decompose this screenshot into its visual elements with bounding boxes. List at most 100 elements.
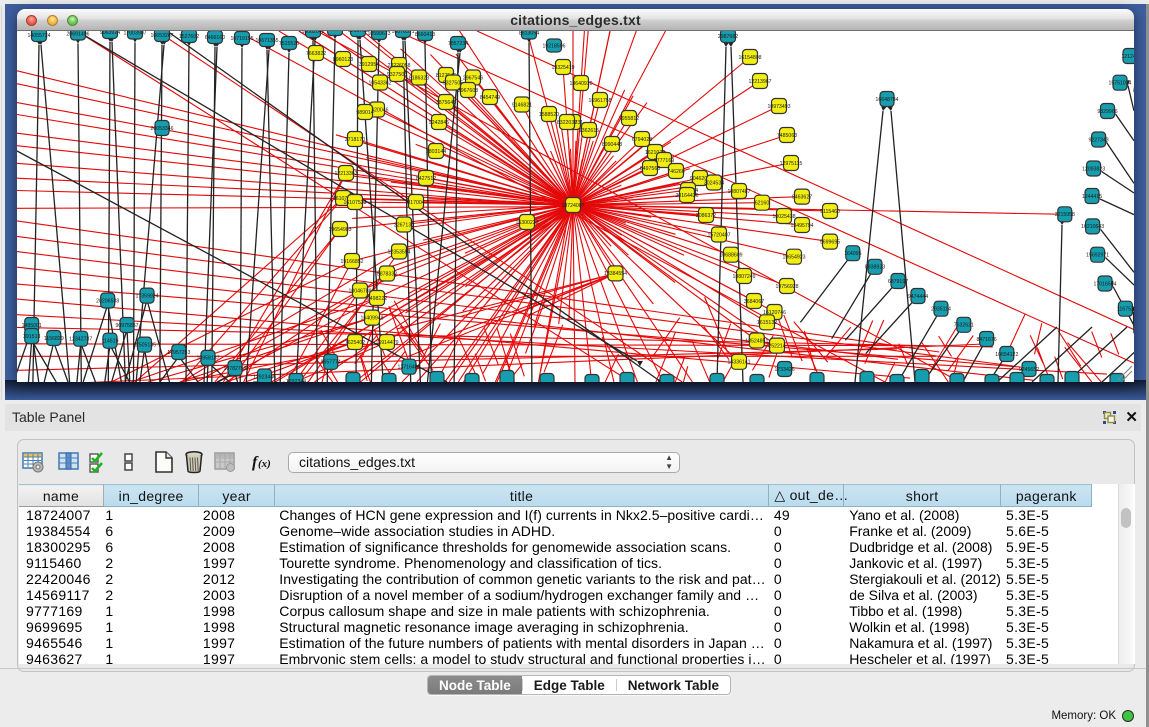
svg-text:15300233: 15300233 bbox=[515, 220, 538, 226]
svg-text:6466160: 6466160 bbox=[205, 35, 225, 41]
svg-text:8938923: 8938923 bbox=[865, 265, 885, 271]
svg-text:1362615: 1362615 bbox=[579, 128, 599, 134]
svg-text:(x): (x) bbox=[258, 458, 271, 470]
svg-text:16210643: 16210643 bbox=[1081, 224, 1104, 230]
svg-text:10807487: 10807487 bbox=[727, 189, 750, 195]
svg-text:2967608: 2967608 bbox=[458, 88, 478, 94]
svg-text:116753: 116753 bbox=[1117, 307, 1134, 313]
svg-text:13495794: 13495794 bbox=[790, 223, 813, 229]
svg-text:12923446: 12923446 bbox=[253, 374, 276, 380]
svg-text:9115460: 9115460 bbox=[820, 209, 840, 215]
svg-text:1156829: 1156829 bbox=[44, 336, 64, 342]
svg-text:19756928: 19756928 bbox=[775, 284, 798, 290]
svg-text:13716485: 13716485 bbox=[397, 365, 420, 371]
svg-text:20206538: 20206538 bbox=[96, 298, 119, 304]
svg-text:10719155: 10719155 bbox=[230, 36, 253, 42]
svg-text:13524851: 13524851 bbox=[745, 338, 768, 344]
svg-text:12353594: 12353594 bbox=[387, 249, 410, 255]
svg-text:8660413: 8660413 bbox=[415, 32, 435, 38]
svg-text:7857234: 7857234 bbox=[448, 41, 468, 47]
svg-text:10599673: 10599673 bbox=[367, 31, 390, 37]
svg-text:16062042: 16062042 bbox=[301, 31, 324, 35]
svg-text:9699695: 9699695 bbox=[820, 239, 840, 245]
svg-text:17003907: 17003907 bbox=[123, 31, 146, 36]
svg-text:12505135: 12505135 bbox=[133, 342, 156, 348]
svg-text:12975115: 12975115 bbox=[780, 161, 803, 167]
svg-text:9245652: 9245652 bbox=[1019, 367, 1039, 373]
svg-text:13325419: 13325419 bbox=[551, 65, 574, 71]
svg-text:746266: 746266 bbox=[667, 169, 684, 175]
svg-text:252214: 252214 bbox=[768, 343, 785, 349]
svg-text:17957253: 17957253 bbox=[167, 350, 190, 356]
svg-text:16961758: 16961758 bbox=[588, 98, 611, 104]
svg-text:10958137: 10958137 bbox=[196, 356, 219, 362]
svg-text:12093823: 12093823 bbox=[1082, 166, 1105, 172]
svg-text:17016504: 17016504 bbox=[1093, 281, 1116, 287]
svg-text:9242845: 9242845 bbox=[429, 120, 449, 126]
svg-text:15692971: 15692971 bbox=[1086, 253, 1109, 259]
svg-text:3684067: 3684067 bbox=[744, 299, 764, 305]
svg-text:6497568: 6497568 bbox=[640, 166, 660, 172]
svg-text:62160: 62160 bbox=[755, 201, 770, 207]
svg-text:12213363: 12213363 bbox=[334, 171, 357, 177]
svg-text:9219733: 9219733 bbox=[348, 31, 368, 34]
svg-text:12213967: 12213967 bbox=[748, 79, 771, 85]
svg-text:19654983: 19654983 bbox=[328, 227, 351, 233]
svg-text:19654923: 19654923 bbox=[782, 255, 805, 261]
svg-text:20053346: 20053346 bbox=[150, 126, 173, 132]
svg-text:17359924: 17359924 bbox=[135, 293, 158, 299]
svg-text:18724007: 18724007 bbox=[561, 203, 584, 209]
svg-text:8454749: 8454749 bbox=[480, 95, 500, 101]
svg-text:15720407: 15720407 bbox=[707, 232, 730, 238]
svg-text:6794028: 6794028 bbox=[632, 137, 652, 143]
svg-text:7515526: 7515526 bbox=[279, 41, 299, 47]
svg-text:1733426: 1733426 bbox=[774, 367, 794, 373]
svg-text:20164436: 20164436 bbox=[675, 193, 698, 199]
svg-text:10782759: 10782759 bbox=[223, 366, 246, 372]
svg-text:114519: 114519 bbox=[102, 339, 119, 345]
svg-text:16033809: 16033809 bbox=[323, 31, 346, 33]
svg-text:8471676: 8471676 bbox=[976, 337, 996, 343]
svg-text:2935114: 2935114 bbox=[931, 307, 951, 313]
svg-text:15751074: 15751074 bbox=[1108, 81, 1131, 87]
svg-text:14055724: 14055724 bbox=[27, 33, 50, 39]
svg-text:1527602: 1527602 bbox=[179, 34, 199, 40]
svg-text:8813054: 8813054 bbox=[519, 31, 539, 36]
svg-text:3875645: 3875645 bbox=[436, 100, 456, 106]
svg-text:10688609: 10688609 bbox=[719, 253, 742, 259]
svg-text:1244415: 1244415 bbox=[1082, 194, 1102, 200]
svg-text:7955812: 7955812 bbox=[619, 116, 639, 122]
svg-text:1588520: 1588520 bbox=[539, 112, 559, 118]
svg-text:7485063: 7485063 bbox=[777, 133, 797, 139]
svg-text:10654122: 10654122 bbox=[995, 352, 1018, 358]
svg-text:9327503: 9327503 bbox=[387, 72, 407, 78]
svg-text:14336141: 14336141 bbox=[727, 360, 750, 366]
svg-text:2967546: 2967546 bbox=[463, 75, 483, 81]
svg-text:3215958: 3215958 bbox=[1055, 212, 1075, 218]
svg-text:9329966: 9329966 bbox=[1097, 109, 1117, 115]
svg-text:3912954: 3912954 bbox=[359, 62, 379, 68]
svg-text:989014: 989014 bbox=[356, 110, 373, 116]
svg-text:10025438: 10025438 bbox=[772, 214, 795, 220]
svg-text:9498222: 9498222 bbox=[367, 296, 387, 302]
svg-text:10543362: 10543362 bbox=[368, 80, 391, 86]
svg-text:16876371: 16876371 bbox=[391, 31, 414, 35]
svg-text:20691406: 20691406 bbox=[66, 31, 89, 37]
svg-text:9463627: 9463627 bbox=[792, 194, 812, 200]
svg-text:391513: 391513 bbox=[23, 334, 40, 340]
svg-text:9146821: 9146821 bbox=[512, 102, 532, 108]
svg-text:18807249: 18807249 bbox=[732, 274, 755, 280]
svg-text:9657774: 9657774 bbox=[321, 360, 341, 366]
svg-text:90975857: 90975857 bbox=[115, 323, 138, 329]
svg-text:2987682: 2987682 bbox=[718, 34, 738, 40]
svg-text:8186323: 8186323 bbox=[409, 75, 429, 81]
svg-text:10671355: 10671355 bbox=[255, 38, 278, 44]
svg-text:8427512: 8427512 bbox=[416, 176, 436, 182]
svg-text:16154808: 16154808 bbox=[738, 55, 761, 61]
svg-text:817004: 817004 bbox=[407, 200, 424, 206]
svg-text:121245: 121245 bbox=[1121, 54, 1134, 60]
svg-text:3024534: 3024534 bbox=[704, 180, 724, 186]
svg-text:16648784: 16648784 bbox=[875, 97, 898, 103]
svg-text:9063924: 9063924 bbox=[100, 31, 120, 36]
svg-text:2803144: 2803144 bbox=[426, 149, 446, 155]
